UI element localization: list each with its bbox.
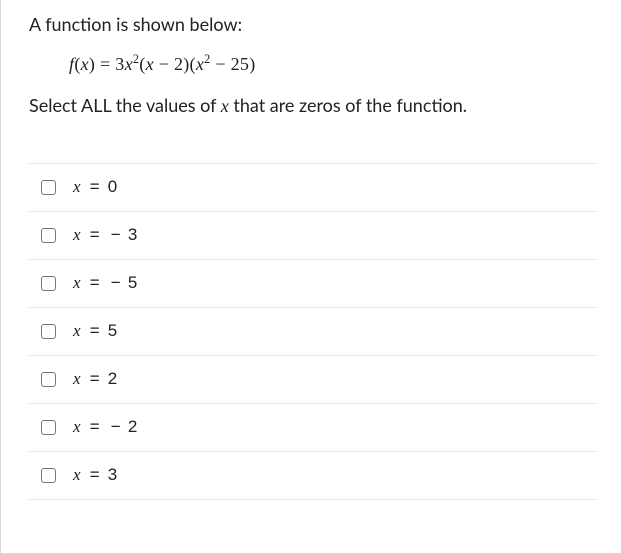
- answer-checkbox[interactable]: [41, 372, 56, 387]
- instruction-pre: Select ALL the values of: [29, 94, 221, 116]
- equals-sign: =: [90, 177, 100, 196]
- equals-sign: =: [90, 321, 100, 340]
- answer-label: x = − 2: [73, 417, 138, 437]
- answer-option[interactable]: x = − 2: [29, 403, 597, 451]
- answer-value: 3: [128, 225, 138, 244]
- answer-label: x = 3: [73, 465, 117, 485]
- answer-value: 3: [108, 465, 118, 484]
- answer-label: x = 0: [73, 177, 117, 197]
- answer-checkbox[interactable]: [41, 468, 56, 483]
- variable-x: x: [73, 417, 81, 436]
- equals-sign: =: [90, 225, 100, 244]
- answer-label: x = 2: [73, 369, 117, 389]
- answer-checkbox[interactable]: [41, 180, 56, 195]
- equals-sign: =: [90, 465, 100, 484]
- answer-checkbox[interactable]: [41, 324, 56, 339]
- formula-rparen: ): [89, 54, 100, 74]
- instruction-post: that are zeros of the function.: [229, 94, 467, 116]
- answer-value: 5: [128, 273, 138, 292]
- answer-label: x = 5: [73, 321, 117, 341]
- variable-x: x: [73, 465, 81, 484]
- negative-sign: −: [111, 225, 121, 244]
- answer-value: 2: [108, 369, 118, 388]
- answer-value: 5: [108, 321, 118, 340]
- answer-checkbox[interactable]: [41, 276, 56, 291]
- equals-sign: =: [90, 369, 100, 388]
- variable-x: x: [73, 177, 81, 196]
- answer-option[interactable]: x = − 5: [29, 259, 597, 307]
- instruction-var: x: [221, 96, 229, 116]
- answer-option[interactable]: x = 0: [29, 163, 597, 211]
- formula-lhs-x: x: [81, 54, 89, 74]
- answer-option[interactable]: x = 2: [29, 355, 597, 403]
- function-formula: f(x) = 3x2(x − 2)(x2 − 25): [69, 52, 597, 75]
- question-instruction: Select ALL the values of x that are zero…: [29, 93, 597, 118]
- answer-value: 0: [108, 177, 118, 196]
- answer-option[interactable]: x = 5: [29, 307, 597, 355]
- question-container: A function is shown below: f(x) = 3x2(x …: [0, 0, 621, 554]
- answer-label: x = − 5: [73, 273, 138, 293]
- equals-sign: =: [90, 417, 100, 436]
- negative-sign: −: [111, 417, 121, 436]
- answer-options-list: x = 0x = − 3x = − 5x = 5x = 2x = − 2x = …: [29, 163, 597, 500]
- variable-x: x: [73, 273, 81, 292]
- variable-x: x: [73, 225, 81, 244]
- answer-option[interactable]: x = 3: [29, 451, 597, 500]
- equals-sign: =: [90, 273, 100, 292]
- variable-x: x: [73, 321, 81, 340]
- answer-value: 2: [128, 417, 138, 436]
- formula-rhs: = 3: [100, 54, 125, 74]
- question-intro: A function is shown below:: [29, 12, 597, 36]
- negative-sign: −: [111, 273, 121, 292]
- answer-option[interactable]: x = − 3: [29, 211, 597, 259]
- answer-label: x = − 3: [73, 225, 138, 245]
- answer-checkbox[interactable]: [41, 228, 56, 243]
- variable-x: x: [73, 369, 81, 388]
- answer-checkbox[interactable]: [41, 420, 56, 435]
